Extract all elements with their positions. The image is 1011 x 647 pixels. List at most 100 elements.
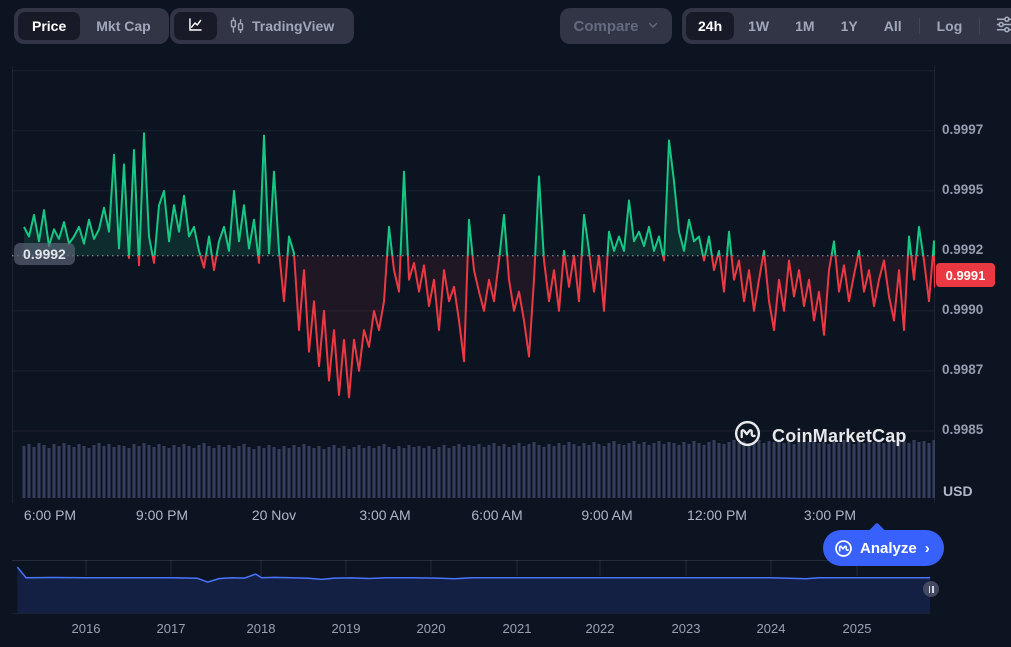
volume-bar — [433, 449, 436, 498]
range-all[interactable]: All — [872, 12, 914, 40]
volume-bar — [373, 448, 376, 498]
time-tick-label: 6:00 AM — [471, 507, 522, 523]
volume-bar — [683, 442, 686, 498]
volume-bar — [708, 442, 711, 498]
volume-bar — [523, 446, 526, 498]
volume-bar — [228, 445, 231, 498]
volume-bar — [193, 448, 196, 498]
watermark-label: CoinMarketCap — [772, 426, 907, 447]
volume-bar — [158, 444, 161, 498]
price-tab[interactable]: Price — [18, 12, 80, 40]
chart-settings-button[interactable] — [985, 12, 1011, 40]
volume-bar — [118, 445, 121, 498]
volume-bar — [473, 446, 476, 498]
volume-bar — [283, 446, 286, 498]
volume-bar — [28, 444, 31, 498]
volume-bar — [488, 445, 491, 498]
volume-bar — [93, 445, 96, 498]
last-price-badge: 0.9991 — [936, 263, 995, 287]
mktcap-tab[interactable]: Mkt Cap — [82, 12, 164, 40]
tradingview-toggle[interactable]: TradingView — [219, 16, 350, 37]
nav-area — [17, 567, 930, 613]
volume-bar — [263, 448, 266, 498]
volume-bar — [293, 445, 296, 498]
volume-bar — [548, 444, 551, 498]
price-tick-label: 0.9987 — [942, 362, 983, 377]
volume-bar — [513, 445, 516, 498]
year-tick-label: 2022 — [586, 621, 615, 636]
range-24h[interactable]: 24h — [686, 12, 734, 40]
price-tick-label: 0.9995 — [942, 182, 983, 197]
volume-bar — [328, 447, 331, 498]
volume-bar — [448, 448, 451, 498]
volume-bar — [578, 446, 581, 498]
volume-bar — [343, 446, 346, 498]
volume-bar — [693, 441, 696, 498]
volume-bar — [588, 445, 591, 498]
volume-bar — [268, 445, 271, 498]
volume-bar — [23, 446, 26, 498]
range-1m[interactable]: 1M — [783, 12, 826, 40]
volume-bar — [143, 443, 146, 498]
volume-bar — [133, 444, 136, 498]
time-tick-label: 12:00 PM — [687, 507, 747, 523]
time-tick-label: 20 Nov — [252, 507, 296, 523]
volume-bar — [323, 449, 326, 498]
price-tick-label: 0.9990 — [942, 302, 983, 317]
volume-bar — [73, 447, 76, 498]
volume-bar — [718, 443, 721, 498]
volume-bar — [453, 446, 456, 498]
volume-bar — [673, 443, 676, 498]
volume-bar — [43, 445, 46, 498]
volume-bar — [123, 446, 126, 498]
volume-bar — [663, 444, 666, 498]
volume-bar — [223, 447, 226, 498]
range-1w[interactable]: 1W — [736, 12, 781, 40]
time-tick-label: 9:00 AM — [581, 507, 632, 523]
analyze-button[interactable]: Analyze › — [823, 530, 944, 566]
volume-bar — [308, 446, 311, 498]
volume-bar — [178, 447, 181, 498]
volume-bar — [458, 444, 461, 498]
volume-bar — [608, 443, 611, 498]
range-navigator[interactable] — [12, 556, 931, 616]
volume-bar — [378, 446, 381, 498]
volume-bar — [618, 444, 621, 498]
volume-bar — [188, 446, 191, 498]
volume-bar — [338, 448, 341, 498]
volume-bar — [518, 443, 521, 498]
volume-bar — [63, 443, 66, 498]
volume-bar — [273, 447, 276, 498]
volume-bar — [463, 447, 466, 498]
volume-bar — [303, 444, 306, 498]
volume-bar — [213, 448, 216, 498]
price-tick-label: 0.9997 — [942, 122, 983, 137]
candlestick-icon — [229, 16, 245, 37]
volume-bar — [353, 447, 356, 498]
volume-bar — [598, 444, 601, 498]
volume-bar — [368, 446, 371, 498]
navigator-handle[interactable] — [923, 581, 939, 597]
volume-bar — [423, 448, 426, 498]
volume-bar — [668, 442, 671, 498]
volume-bar — [318, 446, 321, 498]
range-1y[interactable]: 1Y — [829, 12, 870, 40]
volume-bar — [558, 443, 561, 498]
volume-bar — [58, 446, 61, 498]
volume-bar — [553, 446, 556, 498]
volume-bar — [613, 441, 616, 498]
volume-bar — [628, 443, 631, 498]
volume-bar — [418, 446, 421, 498]
volume-bar — [238, 446, 241, 498]
volume-bar — [83, 446, 86, 498]
volume-bar — [113, 447, 116, 498]
volume-bar — [648, 445, 651, 498]
line-chart-toggle[interactable] — [174, 12, 217, 40]
volume-bar — [593, 442, 596, 498]
volume-bar — [183, 444, 186, 498]
volume-bar — [333, 445, 336, 498]
volume-bar — [703, 445, 706, 498]
range-selector: 24h 1W 1M 1Y All Log — [682, 8, 1011, 44]
log-scale-toggle[interactable]: Log — [925, 12, 975, 40]
compare-button[interactable]: Compare — [560, 8, 672, 44]
